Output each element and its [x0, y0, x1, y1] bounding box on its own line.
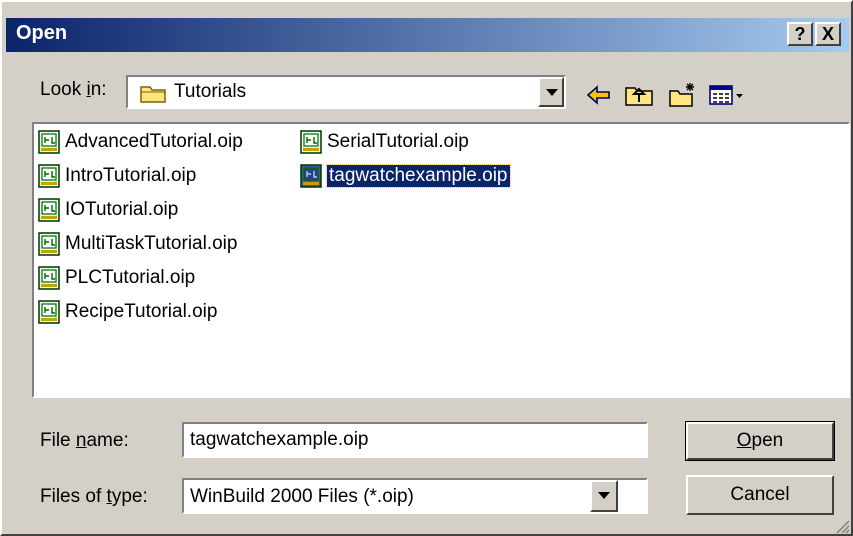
file-name-input[interactable]: tagwatchexample.oip	[182, 422, 648, 458]
file-name-value: tagwatchexample.oip	[190, 429, 369, 450]
look-in-dropdown-button[interactable]	[538, 77, 564, 107]
file-item[interactable]: MultiTaskTutorial.oip	[38, 230, 237, 258]
file-item[interactable]: RecipeTutorial.oip	[38, 298, 217, 326]
up-folder-icon[interactable]	[624, 82, 654, 108]
oip-file-icon	[38, 164, 60, 188]
close-button[interactable]: X	[815, 22, 841, 46]
resize-grip-icon[interactable]	[834, 518, 850, 534]
file-name: MultiTaskTutorial.oip	[65, 233, 238, 254]
help-icon: ?	[794, 24, 806, 44]
title-bar[interactable]: Open ? X	[6, 18, 849, 52]
look-in-value: Tutorials	[174, 81, 247, 102]
file-item[interactable]: PLCTutorial.oip	[38, 264, 195, 292]
oip-file-icon	[38, 266, 60, 290]
open-dialog: Open ? X Look in: Tutorials AdvancedTuto…	[0, 0, 853, 536]
file-type-value: WinBuild 2000 Files (*.oip)	[190, 486, 414, 507]
oip-file-icon	[38, 130, 60, 154]
file-type-dropdown-button[interactable]	[590, 480, 618, 512]
file-list[interactable]: AdvancedTutorial.oip IntroTutorial.oip IOT…	[32, 122, 850, 398]
new-folder-icon[interactable]	[668, 82, 698, 108]
file-name: IntroTutorial.oip	[65, 165, 197, 186]
file-item[interactable]: AdvancedTutorial.oip	[38, 128, 243, 156]
oip-file-icon	[38, 198, 60, 222]
open-button[interactable]: Open	[685, 421, 835, 461]
file-name: PLCTutorial.oip	[65, 267, 196, 288]
look-in-label: Look in:	[40, 79, 107, 100]
cancel-button[interactable]: Cancel	[686, 475, 834, 515]
file-type-dropdown[interactable]: WinBuild 2000 Files (*.oip)	[182, 478, 648, 514]
file-name: RecipeTutorial.oip	[65, 301, 218, 322]
file-item[interactable]: IntroTutorial.oip	[38, 162, 196, 190]
file-name: AdvancedTutorial.oip	[65, 131, 243, 152]
file-item[interactable]: IOTutorial.oip	[38, 196, 178, 224]
file-type-label: Files of type:	[40, 486, 148, 507]
folder-icon	[140, 86, 166, 103]
file-item[interactable]: tagwatchexample.oip	[300, 162, 511, 190]
file-name: tagwatchexample.oip	[326, 164, 511, 188]
file-name: SerialTutorial.oip	[327, 131, 469, 152]
view-menu-icon[interactable]	[708, 82, 748, 108]
look-in-dropdown[interactable]: Tutorials	[126, 75, 566, 109]
file-name: IOTutorial.oip	[65, 199, 179, 220]
oip-file-icon	[38, 232, 60, 256]
help-button[interactable]: ?	[787, 22, 813, 46]
close-icon: X	[821, 24, 834, 44]
window-title: Open	[16, 22, 68, 44]
file-item[interactable]: SerialTutorial.oip	[300, 128, 469, 156]
back-icon[interactable]	[584, 82, 614, 108]
oip-file-icon	[300, 164, 322, 188]
oip-file-icon	[300, 130, 322, 154]
oip-file-icon	[38, 300, 60, 324]
file-name-label: File name:	[40, 430, 129, 451]
